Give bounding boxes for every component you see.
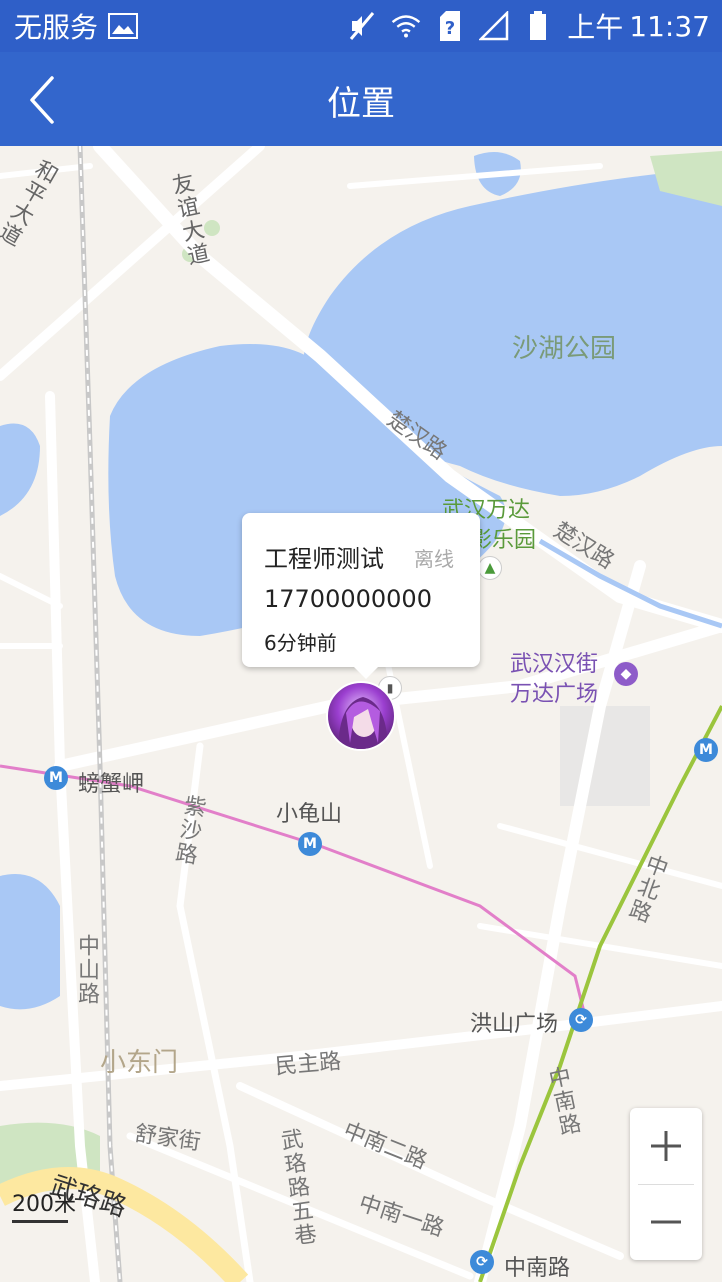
label-shahu: 沙湖公园 bbox=[512, 334, 617, 364]
app-header: 位置 bbox=[0, 52, 722, 146]
map-view[interactable]: 和平大道 友谊大道 沙湖公园 楚汉路 武汉万达 影乐园 楚汉路 武汉汉街 万达广… bbox=[0, 146, 722, 1282]
scale-bar bbox=[12, 1220, 68, 1223]
last-seen-time: 6分钟前 bbox=[264, 631, 337, 655]
user-avatar-marker[interactable] bbox=[326, 681, 396, 751]
zoom-in-button[interactable] bbox=[630, 1108, 702, 1184]
minus-icon bbox=[651, 1220, 681, 1224]
battery-icon bbox=[523, 11, 553, 41]
label-zhongshan: 中山路 bbox=[74, 934, 99, 1006]
user-info-popup[interactable]: 工程师测试 离线 17700000000 6分钟前 bbox=[242, 513, 480, 679]
map-scale: 200米 bbox=[12, 1186, 76, 1223]
zoom-out-button[interactable] bbox=[630, 1184, 702, 1260]
label-xiaodongmen: 小东门 bbox=[100, 1048, 179, 1078]
sim-unknown-icon: ? bbox=[435, 11, 465, 41]
label-hanjie-2: 万达广场 bbox=[510, 682, 599, 707]
status-bar: 无服务 ? 上午 11:37 bbox=[0, 0, 722, 52]
user-status: 离线 bbox=[414, 547, 454, 571]
metro-station-icon[interactable]: M bbox=[694, 738, 718, 762]
pond-southwest bbox=[0, 874, 60, 1010]
clock: 11:37 bbox=[629, 9, 710, 43]
metro-transfer-icon[interactable]: ⟳ bbox=[569, 1008, 593, 1032]
label-pangxiejia: 螃蟹岬 bbox=[78, 772, 145, 797]
page-title: 位置 bbox=[327, 84, 395, 124]
label-zhongnan-station: 中南路 bbox=[504, 1256, 571, 1281]
plus-icon bbox=[651, 1131, 681, 1161]
popup-arrow bbox=[354, 667, 378, 679]
wifi-icon bbox=[391, 11, 421, 41]
label-xiaoguishan: 小龟山 bbox=[276, 802, 343, 827]
user-name: 工程师测试 bbox=[264, 545, 384, 573]
mute-icon bbox=[347, 11, 377, 41]
image-icon bbox=[108, 11, 139, 41]
time-prefix: 上午 bbox=[567, 11, 624, 44]
signal-icon bbox=[479, 11, 509, 41]
svg-text:?: ? bbox=[445, 18, 455, 39]
label-hanjie-1: 武汉汉街 bbox=[510, 652, 599, 677]
user-phone: 17700000000 bbox=[264, 585, 432, 613]
metro-station-icon[interactable]: M bbox=[298, 832, 322, 856]
metro-station-icon[interactable]: M bbox=[44, 766, 68, 790]
block-gray bbox=[560, 706, 650, 806]
carrier-text: 无服务 bbox=[14, 11, 99, 44]
scale-text: 200米 bbox=[12, 1192, 76, 1217]
zoom-controls bbox=[630, 1108, 702, 1260]
label-hongshan: 洪山广场 bbox=[470, 1012, 559, 1037]
shopping-icon[interactable]: ◆ bbox=[614, 662, 638, 686]
label-minzhu: 民主路 bbox=[274, 1049, 343, 1080]
metro-transfer-icon[interactable]: ⟳ bbox=[470, 1250, 494, 1274]
park-icon[interactable]: ▲ bbox=[478, 556, 502, 580]
